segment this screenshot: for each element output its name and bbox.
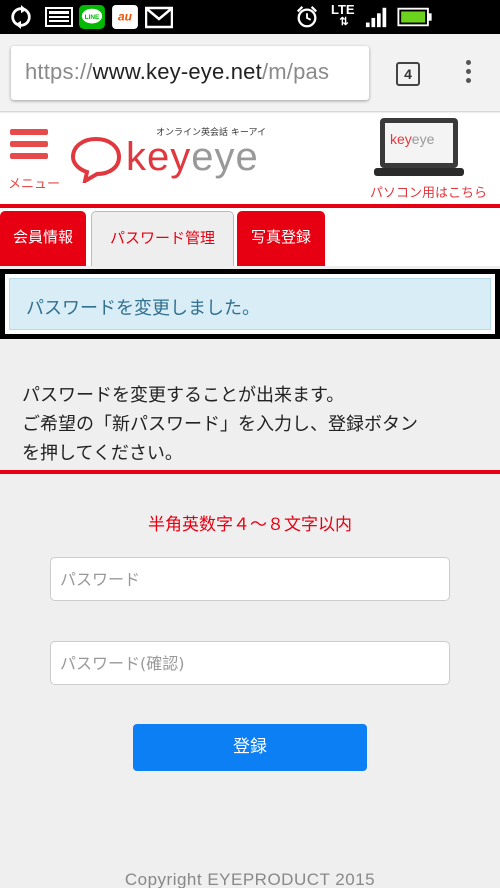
- gmail-icon: [145, 6, 173, 29]
- status-bar: LINE au LTE ⇅: [0, 0, 500, 34]
- laptop-icon: [374, 118, 464, 176]
- tab-bar: 会員情報 パスワード管理 写真登録: [0, 208, 500, 474]
- alert-message: パスワードを変更しました。: [26, 298, 260, 319]
- alarm-icon: [296, 6, 318, 28]
- password-input[interactable]: [50, 557, 450, 601]
- password-rule: 半角英数字４～８文字以内: [148, 515, 352, 535]
- speech-bubble-icon: [70, 136, 122, 183]
- address-bar[interactable]: https://www.key-eye.net/m/pas: [11, 46, 369, 100]
- url-text: https://www.key-eye.net/m/pas: [25, 59, 330, 84]
- alert-frame: パスワードを変更しました。: [0, 269, 500, 339]
- browser-toolbar: https://www.key-eye.net/m/pas 4: [0, 34, 500, 112]
- menu-button[interactable]: メニュー: [6, 125, 62, 195]
- battery-icon: [397, 7, 432, 27]
- site-logo[interactable]: オンライン英会話 キーアイ keyeye: [70, 123, 280, 193]
- pc-link-label: パソコン用はこちら: [370, 186, 488, 201]
- site-header: メニュー オンライン英会話 キーアイ keyeye keyeye パソコン用はこ…: [0, 113, 500, 204]
- tab-switcher-button[interactable]: 4: [396, 62, 420, 86]
- pc-site-link[interactable]: keyeye パソコン用はこちら: [366, 116, 498, 202]
- instructions-line: ご希望の「新パスワード」を入力し、登録ボタン: [22, 414, 418, 435]
- instructions: パスワードを変更することが出来ます。 ご希望の「新パスワード」を入力し、登録ボタ…: [22, 381, 492, 468]
- screen-icon: [45, 7, 73, 27]
- hamburger-icon: [10, 129, 48, 159]
- lte-icon: LTE ⇅: [331, 2, 355, 28]
- instructions-line: を押してください。: [22, 443, 183, 464]
- menu-label: メニュー: [8, 177, 61, 192]
- tab-bar-underline: [0, 470, 500, 474]
- tab-photo[interactable]: 写真登録: [237, 211, 325, 266]
- svg-text:au: au: [118, 10, 133, 24]
- signal-icon: [365, 7, 387, 28]
- line-app-icon: LINE: [79, 5, 105, 29]
- svg-text:LINE: LINE: [85, 14, 100, 21]
- password-confirm-input[interactable]: [50, 641, 450, 685]
- sync-icon: [11, 5, 31, 29]
- browser-menu-icon[interactable]: [458, 60, 478, 88]
- success-alert: パスワードを変更しました。: [9, 278, 491, 330]
- submit-button[interactable]: 登録: [133, 724, 367, 771]
- copyright: Copyright EYEPRODUCT 2015: [124, 870, 376, 888]
- tab-password[interactable]: パスワード管理: [91, 211, 234, 266]
- logo-wordmark: keyeye: [126, 135, 259, 179]
- tab-member-info[interactable]: 会員情報: [0, 211, 86, 266]
- instructions-line: パスワードを変更することが出来ます。: [22, 385, 345, 406]
- au-app-icon: au: [112, 5, 138, 29]
- laptop-screen-logo: keyeye: [390, 131, 435, 147]
